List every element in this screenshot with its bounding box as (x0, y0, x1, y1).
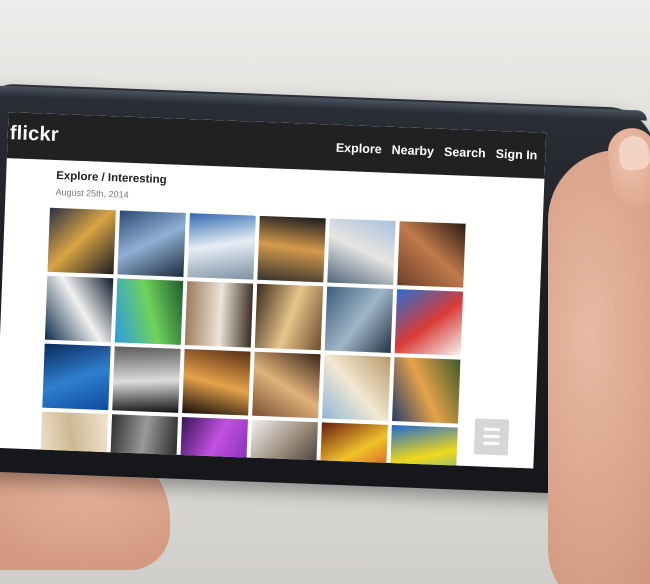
photo-bw-landscape[interactable] (112, 346, 181, 413)
photo-lake-sunset[interactable] (392, 357, 461, 424)
photo-sand[interactable] (39, 411, 109, 469)
photo-doorway[interactable] (397, 221, 466, 288)
nav-nearby[interactable]: Nearby (391, 143, 434, 159)
photo-ship-night[interactable] (44, 275, 114, 343)
scroll-handle-icon[interactable] (473, 418, 510, 456)
photo-paint-drops[interactable] (394, 289, 464, 356)
photo-portrait[interactable] (249, 419, 318, 469)
photo-purple-flower[interactable] (179, 416, 248, 469)
flickr-logo[interactable]: flickr (9, 122, 59, 147)
top-nav: Explore Nearby Search Sign In (336, 141, 538, 163)
photo-sunset-beach[interactable] (47, 207, 116, 275)
photo-grid (39, 207, 480, 469)
photo-yellow-flower[interactable] (319, 422, 388, 469)
photo-dog-snow[interactable] (322, 354, 391, 421)
page-date: August 25th, 2014 (55, 186, 129, 200)
photo-car-desert[interactable] (184, 281, 254, 348)
photo-sky-clouds[interactable] (187, 213, 256, 280)
photo-light-trails[interactable] (182, 349, 251, 416)
explore-content: Explore / Interesting August 25th, 2014 (0, 158, 544, 469)
photo-scene: flickr Explore Nearby Search Sign In Exp… (0, 0, 650, 584)
page-title: Explore / Interesting (55, 169, 167, 187)
photo-spiral[interactable] (109, 414, 179, 469)
photo-coast-waves[interactable] (117, 210, 186, 277)
nav-explore[interactable]: Explore (336, 141, 382, 157)
photo-cathedral[interactable] (252, 351, 321, 419)
nav-sign-in[interactable]: Sign In (495, 147, 537, 163)
nav-search[interactable]: Search (444, 145, 486, 161)
photo-city-skyline[interactable] (327, 218, 396, 286)
photo-blue-sea[interactable] (42, 343, 111, 411)
photo-night-spark[interactable] (257, 215, 326, 283)
phone-screen: flickr Explore Nearby Search Sign In Exp… (0, 112, 547, 469)
photo-hallway[interactable] (254, 283, 324, 351)
photo-green-wave[interactable] (114, 278, 184, 345)
right-hand (548, 150, 650, 584)
photo-yellow-balloon[interactable] (389, 425, 458, 469)
photo-robot-face[interactable] (324, 286, 394, 353)
